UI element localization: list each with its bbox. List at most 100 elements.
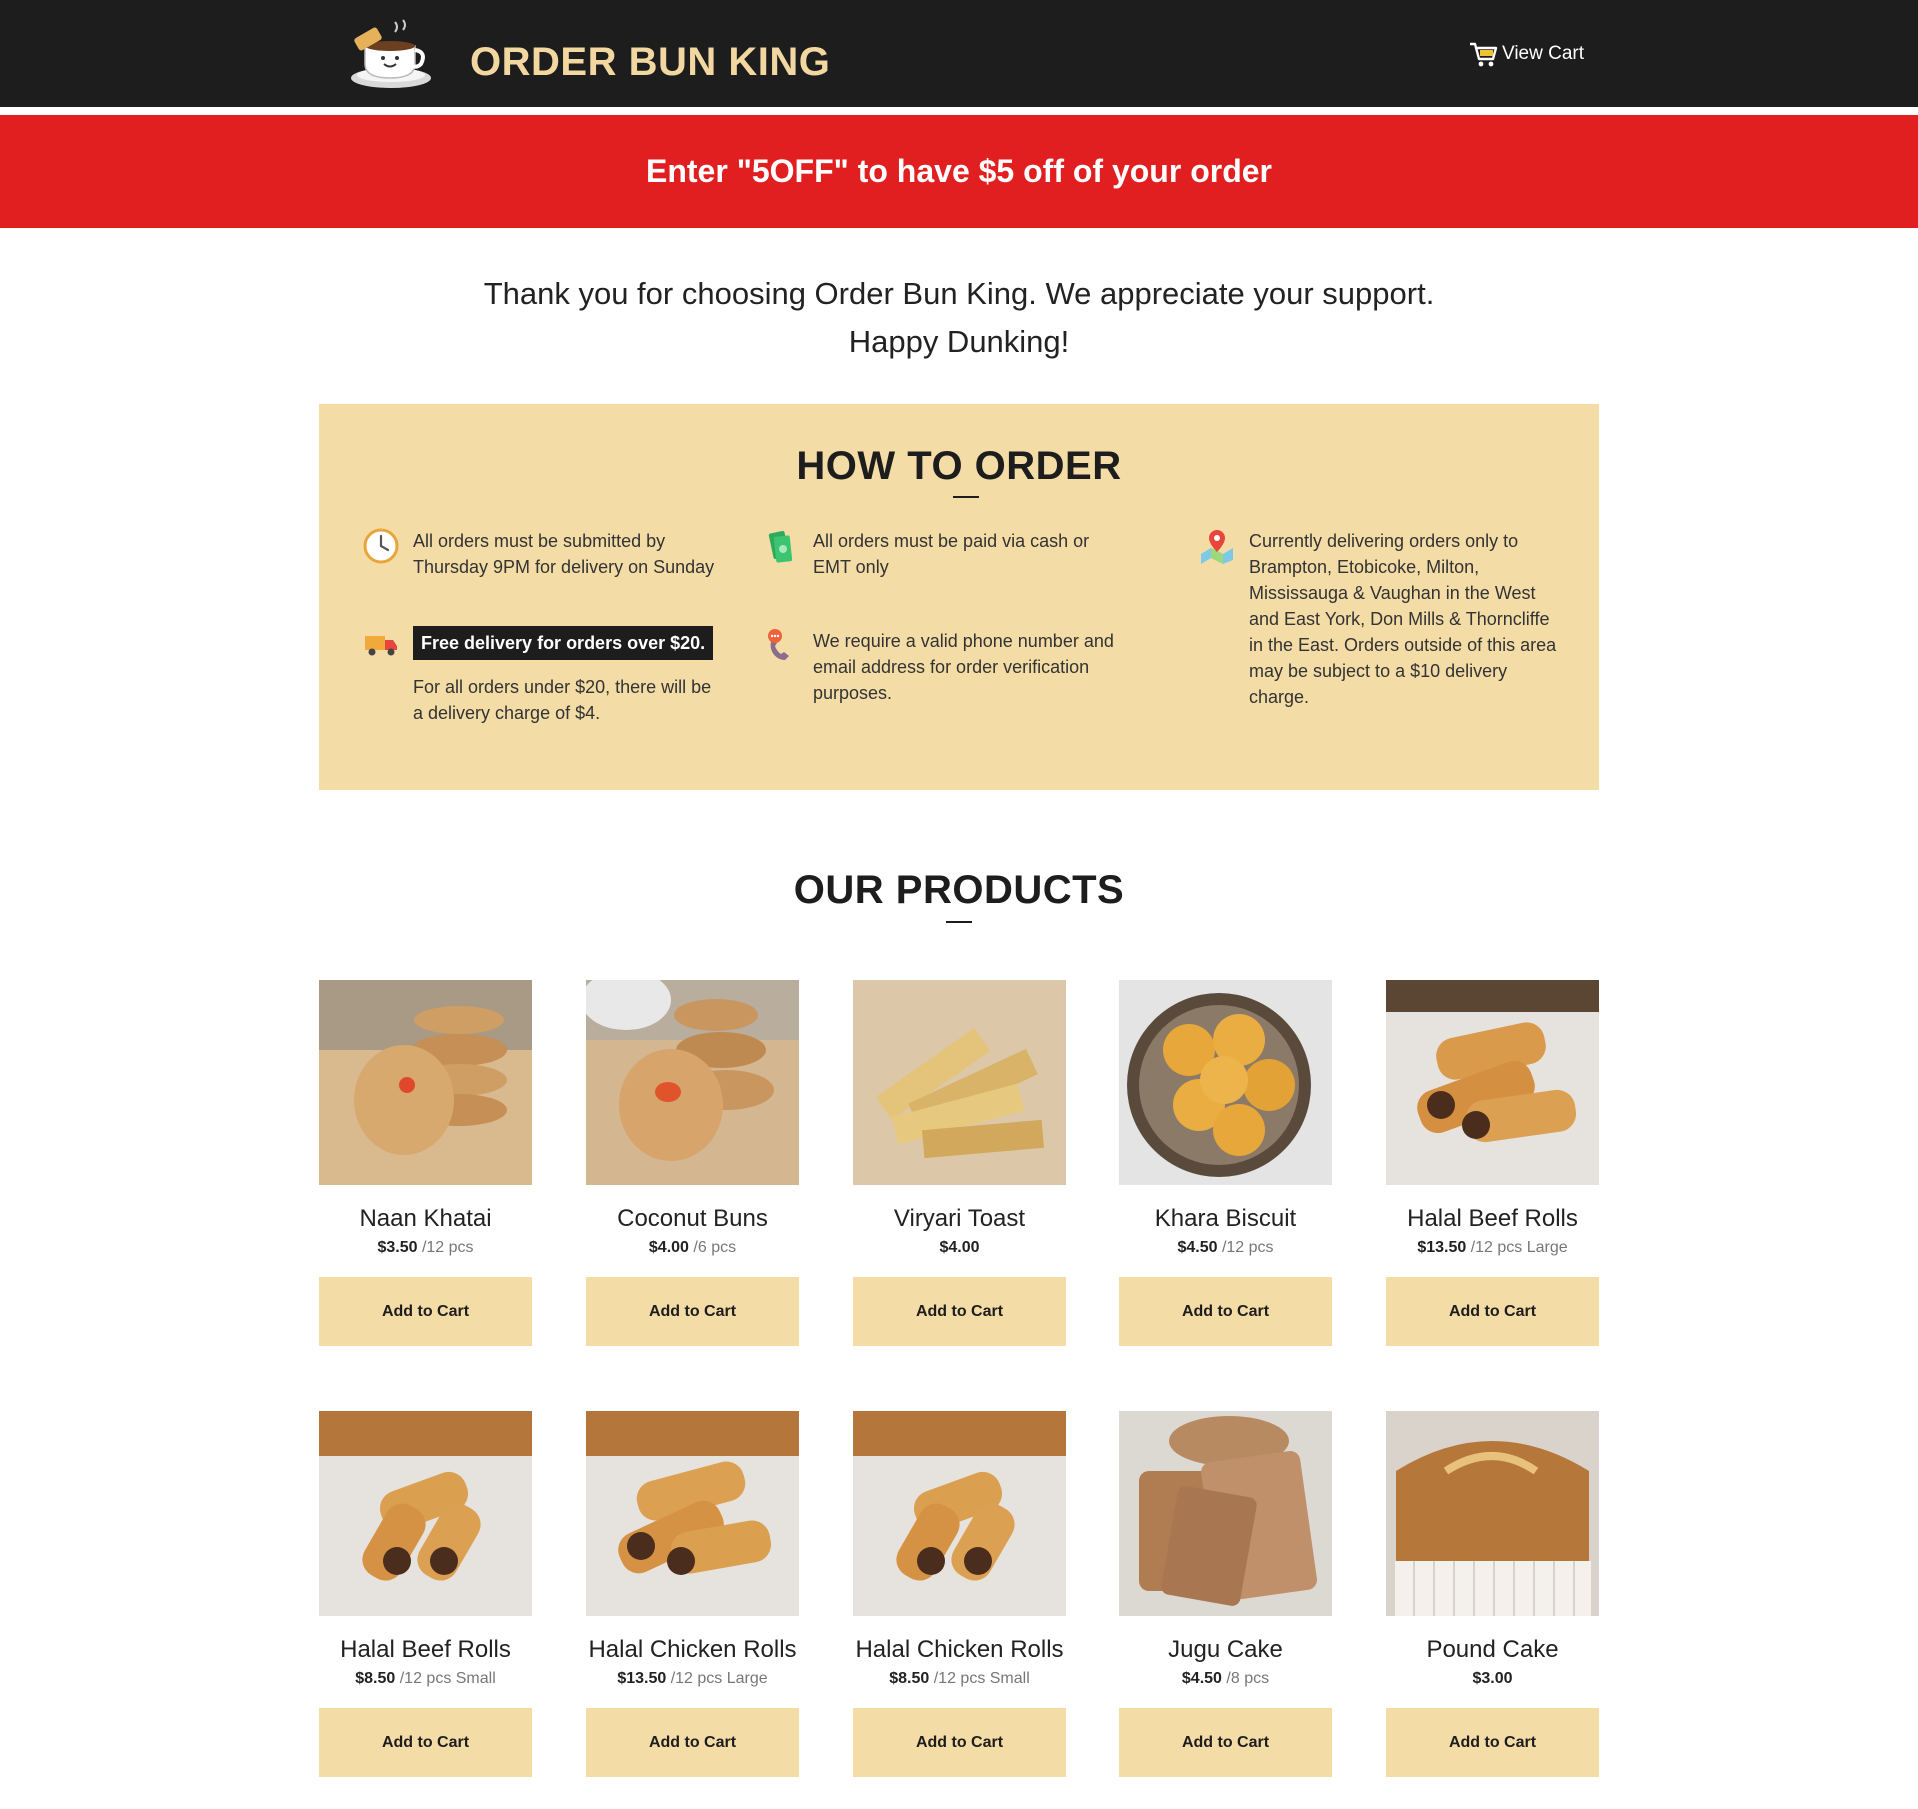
view-cart-link[interactable]: View Cart: [1468, 40, 1584, 68]
clock-icon: [363, 528, 399, 564]
promo-banner: Enter "5OFF" to have $5 off of your orde…: [0, 115, 1918, 228]
price-value: $8.50: [355, 1670, 396, 1687]
thank-you-line: Thank you for choosing Order Bun King. W…: [483, 276, 1435, 311]
add-to-cart-button[interactable]: Add to Cart: [853, 1277, 1066, 1346]
title-underline: [946, 921, 972, 923]
happy-dunking-line: Happy Dunking!: [848, 324, 1070, 359]
product-image-jugu-cake[interactable]: [1119, 1411, 1332, 1616]
add-to-cart-button[interactable]: Add to Cart: [1386, 1708, 1599, 1777]
price-unit: /12 pcs Large: [1466, 1239, 1568, 1256]
product-image-khara-biscuit[interactable]: [1119, 980, 1332, 1185]
add-to-cart-button[interactable]: Add to Cart: [853, 1708, 1066, 1777]
product-price: $8.50 /12 pcs Small: [319, 1670, 532, 1688]
promo-text: Enter "5OFF" to have $5 off of your orde…: [646, 153, 1272, 189]
price-unit: /12 pcs Large: [666, 1670, 768, 1687]
info-free-delivery: Free delivery for orders over $20. For a…: [363, 626, 723, 726]
products-title: OUR PRODUCTS: [793, 868, 1125, 912]
product-name: Jugu Cake: [1168, 1636, 1283, 1663]
product-name: Halal Beef Rolls: [1407, 1205, 1578, 1232]
product-card: Viryari Toast $4.00 Add to Cart: [853, 980, 1066, 1346]
product-price: $4.50 /12 pcs: [1119, 1239, 1332, 1257]
price-unit: /12 pcs Small: [395, 1670, 496, 1687]
info-text: All orders must be paid via cash or EMT …: [813, 531, 1090, 577]
price-value: $4.50: [1177, 1239, 1218, 1256]
phone-chat-icon: [768, 629, 789, 660]
product-card: Khara Biscuit $4.50 /12 pcs Add to Cart: [1119, 980, 1332, 1346]
map-pin-icon: [1201, 530, 1233, 564]
free-delivery-badge: Free delivery for orders over $20.: [413, 626, 714, 660]
price-value: $8.50: [889, 1670, 930, 1687]
product-image-pound-cake[interactable]: [1386, 1411, 1599, 1616]
price-value: $4.00: [648, 1239, 689, 1256]
info-text: Currently delivering orders only to Bram…: [1249, 531, 1557, 707]
coffee-cup-icon[interactable]: [345, 18, 435, 94]
view-cart-label: View Cart: [1502, 43, 1585, 64]
product-price: $13.50 /12 pcs Large: [1386, 1239, 1599, 1257]
money-icon: [768, 530, 793, 563]
product-card: Coconut Buns $4.00 /6 pcs Add to Cart: [586, 980, 799, 1346]
how-to-order-title: HOW TO ORDER: [796, 444, 1122, 488]
product-card: Halal Beef Rolls $13.50 /12 pcs Large Ad…: [1386, 980, 1599, 1346]
brand-title[interactable]: ORDER BUN KING: [470, 40, 830, 85]
add-to-cart-button[interactable]: Add to Cart: [319, 1708, 532, 1777]
product-image-halal-beef-rolls-small[interactable]: [319, 1411, 532, 1616]
product-name: Halal Chicken Rolls: [588, 1636, 797, 1663]
product-card: Naan Khatai $3.50 /12 pcs Add to Cart: [319, 980, 532, 1346]
product-card: Pound Cake $3.00 Add to Cart: [1386, 1411, 1599, 1777]
product-price: $3.00: [1386, 1670, 1599, 1688]
product-card: Halal Chicken Rolls $8.50 /12 pcs Small …: [853, 1411, 1066, 1777]
add-to-cart-button[interactable]: Add to Cart: [319, 1277, 532, 1346]
price-unit: /12 pcs: [417, 1239, 474, 1256]
product-card: Halal Chicken Rolls $13.50 /12 pcs Large…: [586, 1411, 799, 1777]
info-text: All orders must be submitted by Thursday…: [413, 531, 715, 577]
price-value: $13.50: [617, 1670, 667, 1687]
product-name: Khara Biscuit: [1154, 1205, 1297, 1232]
header-divider: [0, 107, 1918, 115]
add-to-cart-button[interactable]: Add to Cart: [1386, 1277, 1599, 1346]
add-to-cart-button[interactable]: Add to Cart: [1119, 1708, 1332, 1777]
info-order-deadline: All orders must be submitted by Thursday…: [363, 528, 723, 580]
product-price: $4.00: [853, 1239, 1066, 1257]
price-unit: /12 pcs: [1217, 1239, 1274, 1256]
product-name: Viryari Toast: [893, 1205, 1026, 1232]
thank-you-message: Thank you for choosing Order Bun King. W…: [0, 270, 1918, 366]
info-delivery-area: Currently delivering orders only to Bram…: [1199, 528, 1559, 710]
product-price: $3.50 /12 pcs: [319, 1239, 532, 1257]
product-image-halal-chicken-rolls-large[interactable]: [586, 1411, 799, 1616]
product-card: Halal Beef Rolls $8.50 /12 pcs Small Add…: [319, 1411, 532, 1777]
product-name: Halal Beef Rolls: [340, 1636, 511, 1663]
product-image-naan-khatai[interactable]: [319, 980, 532, 1185]
product-image-coconut-buns[interactable]: [586, 980, 799, 1185]
how-to-order-panel: HOW TO ORDER All orders must be submitte…: [319, 404, 1599, 790]
product-image-halal-beef-rolls-large[interactable]: [1386, 980, 1599, 1185]
product-price: $13.50 /12 pcs Large: [586, 1670, 799, 1688]
price-value: $3.00: [1472, 1670, 1513, 1687]
product-price: $4.50 /8 pcs: [1119, 1670, 1332, 1688]
product-price: $4.00 /6 pcs: [586, 1239, 799, 1257]
product-image-halal-chicken-rolls-small[interactable]: [853, 1411, 1066, 1616]
price-value: $13.50: [1417, 1239, 1467, 1256]
price-unit: /6 pcs: [688, 1239, 737, 1256]
add-to-cart-button[interactable]: Add to Cart: [1119, 1277, 1332, 1346]
price-unit: /12 pcs Small: [929, 1670, 1030, 1687]
price-value: $4.00: [939, 1239, 980, 1256]
add-to-cart-button[interactable]: Add to Cart: [586, 1277, 799, 1346]
info-text: We require a valid phone number and emai…: [813, 631, 1114, 703]
top-navbar: ORDER BUN KING View Cart: [0, 0, 1918, 107]
product-name: Coconut Buns: [617, 1205, 768, 1232]
product-image-viryari-toast[interactable]: [853, 980, 1066, 1185]
product-name: Halal Chicken Rolls: [855, 1636, 1064, 1663]
price-value: $3.50: [377, 1239, 418, 1256]
delivery-truck-icon: [365, 636, 397, 656]
shopping-cart-icon: [1470, 42, 1498, 67]
product-card: Jugu Cake $4.50 /8 pcs Add to Cart: [1119, 1411, 1332, 1777]
price-unit: /8 pcs: [1221, 1670, 1270, 1687]
info-verification: We require a valid phone number and emai…: [763, 628, 1123, 706]
price-value: $4.50: [1181, 1670, 1222, 1687]
product-name: Pound Cake: [1426, 1636, 1559, 1663]
product-name: Naan Khatai: [359, 1205, 492, 1232]
title-underline: [953, 496, 979, 498]
product-price: $8.50 /12 pcs Small: [853, 1670, 1066, 1688]
add-to-cart-button[interactable]: Add to Cart: [586, 1708, 799, 1777]
info-payment: All orders must be paid via cash or EMT …: [763, 528, 1123, 580]
